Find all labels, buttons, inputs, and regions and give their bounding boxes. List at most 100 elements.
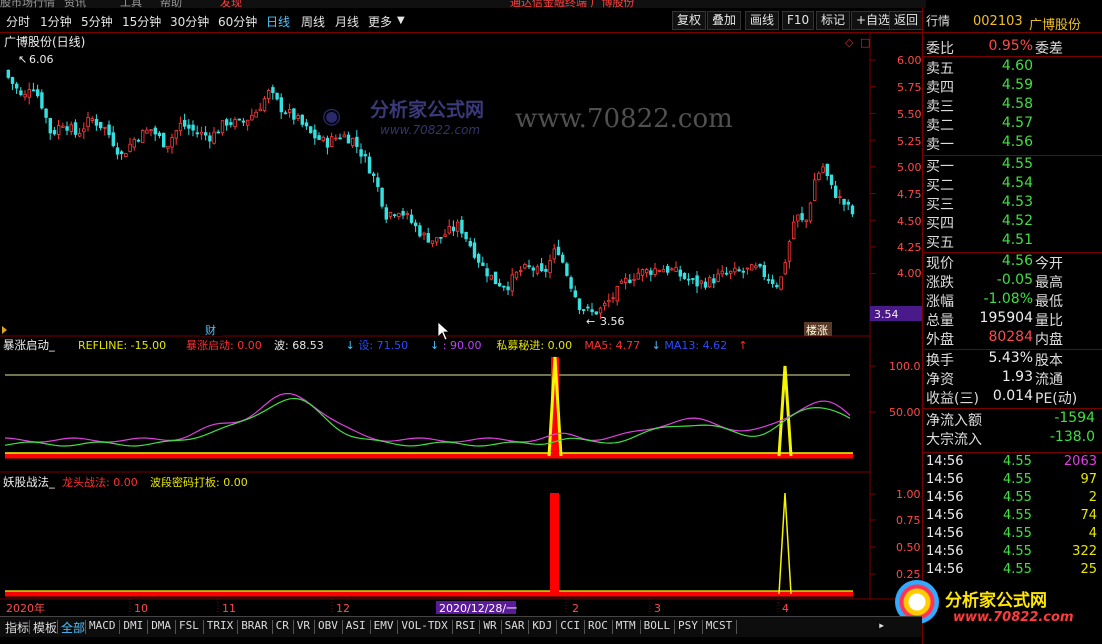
- period-weekly[interactable]: 周线: [301, 13, 325, 30]
- finance-marker[interactable]: 财: [205, 323, 216, 337]
- buy-level[interactable]: 买二 4.54: [923, 175, 1102, 194]
- legend-item: 龙头战法: 0.00: [62, 475, 138, 489]
- date-label: 10: [134, 602, 148, 614]
- indicator-tab[interactable]: MCST: [706, 619, 733, 632]
- period-monthly[interactable]: 月线: [335, 13, 359, 30]
- indicator-tab[interactable]: CCI: [560, 619, 580, 632]
- buy-price: 4.51: [1001, 232, 1033, 248]
- candle: [409, 214, 414, 223]
- candle: [170, 137, 174, 148]
- indicator-tab[interactable]: BRAR: [241, 619, 268, 632]
- candle: [296, 115, 300, 119]
- tabs-scroll-right-icon[interactable]: ▸: [878, 618, 885, 632]
- candle: [405, 213, 409, 215]
- sell-label: 卖三: [926, 99, 954, 115]
- sell-level[interactable]: 卖五 4.60: [923, 58, 1102, 77]
- indicator-tab[interactable]: ASI: [346, 619, 366, 632]
- buy-level[interactable]: 买一 4.55: [923, 156, 1102, 175]
- tick-volume: 97: [1080, 472, 1097, 487]
- price-tag: 3.54: [874, 308, 899, 321]
- indicator-tab[interactable]: 全部: [61, 619, 85, 636]
- indicator-tab[interactable]: DMA: [151, 619, 171, 632]
- indicator-tab[interactable]: 模板: [33, 619, 57, 636]
- candle: [388, 212, 393, 217]
- indicator-2-name[interactable]: 妖股战法_: [3, 475, 55, 489]
- indicator-tab[interactable]: ROC: [588, 619, 608, 632]
- sell-level[interactable]: 卖四 4.59: [923, 77, 1102, 96]
- indicator-tab[interactable]: DMI: [123, 619, 143, 632]
- mark-button[interactable]: 标记: [816, 11, 851, 30]
- stat-row: 涨跌 -0.05 最高: [923, 272, 1102, 291]
- candle: [36, 89, 40, 97]
- stock-chart[interactable]: ◉ 分析家公式网 www.70822.com www.70822.com 广博股…: [0, 32, 926, 614]
- indicator-tab[interactable]: MACD: [89, 619, 116, 632]
- indicator-tab[interactable]: BOLL: [644, 619, 671, 632]
- date-cursor-label: 2020/12/28/一: [439, 602, 517, 614]
- buy-level[interactable]: 买三 4.53: [923, 194, 1102, 213]
- chart-toggle-icon[interactable]: ◇: [845, 36, 854, 49]
- indicator-tab[interactable]: VOL-TDX: [401, 619, 447, 632]
- period-15min[interactable]: 15分钟: [122, 13, 161, 30]
- period-more[interactable]: 更多: [368, 13, 392, 30]
- period-30min[interactable]: 30分钟: [170, 13, 209, 30]
- candle: [254, 111, 258, 118]
- menu-item-help[interactable]: 帮助: [160, 0, 182, 8]
- indicator-tab[interactable]: SAR: [505, 619, 525, 632]
- lou-marker[interactable]: 楼涨: [806, 323, 828, 337]
- buy-label: 买一: [926, 159, 954, 175]
- candle: [476, 254, 481, 263]
- period-fenshi[interactable]: 分时: [6, 13, 30, 30]
- indicator-1-name[interactable]: 暴涨启动_: [3, 338, 55, 352]
- indicator-tab[interactable]: MTM: [616, 619, 636, 632]
- f10-button[interactable]: F10: [782, 11, 815, 30]
- period-daily[interactable]: 日线: [266, 13, 290, 30]
- indicator-tab[interactable]: CR: [276, 619, 289, 632]
- indicator-tab[interactable]: 指标: [5, 619, 29, 636]
- stat2-label2: 股本: [1035, 353, 1063, 369]
- candle: [397, 212, 401, 217]
- stat-value: -1.08%: [983, 291, 1033, 307]
- menu-item-news[interactable]: 资讯: [64, 0, 86, 8]
- indicator-tab[interactable]: FSL: [179, 619, 199, 632]
- legend-item: 波段密码打板: 0.00: [150, 475, 248, 489]
- fuquan-button[interactable]: 复权: [672, 11, 707, 30]
- stat2-row: 净资 1.93 流通: [923, 369, 1102, 388]
- menu-item-market[interactable]: 股市场行情: [0, 0, 55, 8]
- indicator-tab[interactable]: RSI: [456, 619, 476, 632]
- chart-expand-icon[interactable]: □: [860, 36, 870, 49]
- candle: [334, 137, 338, 140]
- indicator-tab[interactable]: WR: [483, 619, 496, 632]
- sell-level[interactable]: 卖一 4.56: [923, 134, 1102, 153]
- candle: [287, 109, 292, 113]
- candle: [313, 129, 317, 139]
- candle: [136, 139, 141, 142]
- stat2-row: 换手 5.43% 股本: [923, 350, 1102, 369]
- menu-item-discover[interactable]: 发现: [220, 0, 242, 8]
- indicator-tab[interactable]: KDJ: [532, 619, 552, 632]
- period-5min[interactable]: 5分钟: [81, 13, 113, 30]
- draw-line-button[interactable]: 画线: [745, 11, 780, 30]
- indicator-tab[interactable]: PSY: [678, 619, 698, 632]
- candle: [678, 269, 682, 277]
- candle: [426, 232, 430, 243]
- tick-row: 14:56 4.55 4: [923, 526, 1102, 544]
- buy-level[interactable]: 买五 4.51: [923, 232, 1102, 251]
- sell-level[interactable]: 卖三 4.58: [923, 96, 1102, 115]
- indicator-tab[interactable]: VR: [297, 619, 310, 632]
- period-1min[interactable]: 1分钟: [40, 13, 72, 30]
- sell-level[interactable]: 卖二 4.57: [923, 115, 1102, 134]
- menu-item-tools[interactable]: 工具: [120, 0, 142, 8]
- buy-level[interactable]: 买四 4.52: [923, 213, 1102, 232]
- candle: [808, 202, 813, 222]
- left-scroll-icon[interactable]: [2, 326, 7, 334]
- indicator-tab[interactable]: EMV: [374, 619, 394, 632]
- indicator-tab[interactable]: TRIX: [207, 619, 234, 632]
- candle: [712, 278, 716, 284]
- indicator-tab[interactable]: OBV: [318, 619, 338, 632]
- buy-label: 买三: [926, 197, 954, 213]
- overlay-button[interactable]: 叠加: [707, 11, 742, 30]
- more-dropdown-icon[interactable]: ▼: [397, 15, 405, 26]
- watermark-icon: ◉: [322, 104, 341, 129]
- back-button[interactable]: 返回: [889, 11, 924, 30]
- period-60min[interactable]: 60分钟: [218, 13, 257, 30]
